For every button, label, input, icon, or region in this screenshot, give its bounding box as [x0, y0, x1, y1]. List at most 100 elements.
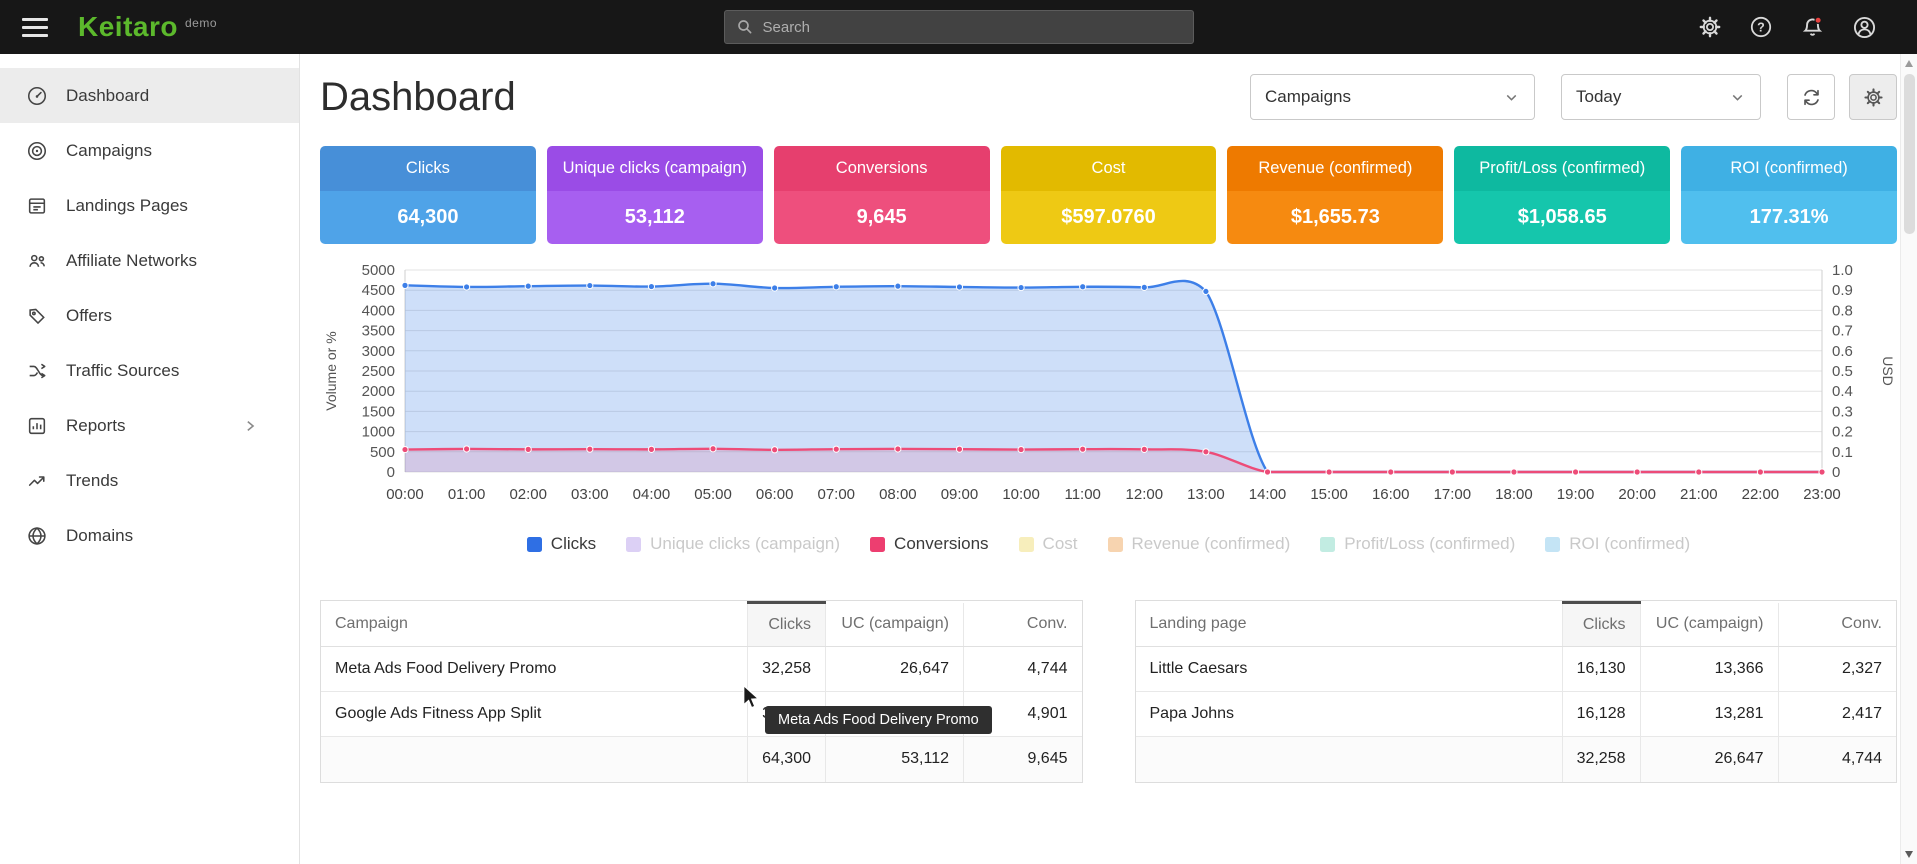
sidebar-item-dashboard[interactable]: Dashboard — [0, 68, 299, 123]
table-row[interactable]: Meta Ads Food Delivery Promo 32,258 26,6… — [321, 647, 1082, 692]
user-icon — [1852, 15, 1877, 40]
scroll-down-button[interactable] — [1905, 851, 1913, 858]
dashboard-settings-button[interactable] — [1849, 74, 1897, 120]
svg-text:01:00: 01:00 — [448, 486, 486, 503]
legend-item-conversions[interactable]: Conversions — [870, 534, 989, 554]
settings-button[interactable] — [1698, 15, 1722, 39]
account-button[interactable] — [1852, 15, 1877, 40]
scroll-thumb[interactable] — [1904, 74, 1915, 234]
cell-total-conv: 9,645 — [964, 737, 1082, 782]
scroll-up-button[interactable] — [1905, 60, 1913, 67]
svg-text:02:00: 02:00 — [509, 486, 547, 503]
svg-text:09:00: 09:00 — [941, 486, 979, 503]
legend-swatch — [1019, 537, 1034, 552]
sidebar-item-campaigns[interactable]: Campaigns — [0, 123, 299, 178]
svg-text:2000: 2000 — [362, 383, 395, 400]
top-header: Keitarodemo ? — [0, 0, 1917, 54]
landings-header-landing-page[interactable]: Landing page — [1136, 603, 1563, 647]
search-input[interactable] — [763, 19, 1182, 36]
metric-card-clicks[interactable]: Clicks 64,300 — [320, 146, 536, 244]
legend-item-roi[interactable]: ROI (confirmed) — [1545, 534, 1690, 554]
svg-text:0.9: 0.9 — [1832, 282, 1853, 299]
legend-item-clicks[interactable]: Clicks — [527, 534, 596, 554]
cell-campaign-name: Meta Ads Food Delivery Promo — [321, 647, 748, 692]
sidebar-item-label: Traffic Sources — [66, 361, 179, 381]
table-row[interactable]: Papa Johns 16,128 13,281 2,417 — [1136, 692, 1897, 737]
notifications-button[interactable] — [1800, 15, 1825, 40]
svg-text:15:00: 15:00 — [1310, 486, 1348, 503]
metric-card-unique-clicks[interactable]: Unique clicks (campaign) 53,112 — [547, 146, 763, 244]
refresh-button[interactable] — [1787, 74, 1835, 120]
sidebar-item-reports[interactable]: Reports — [0, 398, 299, 453]
sidebar-item-trends[interactable]: Trends — [0, 453, 299, 508]
legend-label: Profit/Loss (confirmed) — [1344, 534, 1515, 554]
legend-item-profit-loss[interactable]: Profit/Loss (confirmed) — [1320, 534, 1515, 554]
gear-icon — [1863, 87, 1884, 108]
campaigns-header-campaign[interactable]: Campaign — [321, 603, 748, 647]
legend-item-unique-clicks[interactable]: Unique clicks (campaign) — [626, 534, 840, 554]
legend-label: Clicks — [551, 534, 596, 554]
vertical-scrollbar[interactable] — [1900, 54, 1917, 864]
date-range-select[interactable]: Today — [1561, 74, 1761, 120]
global-search[interactable] — [724, 10, 1194, 44]
metric-value: 177.31% — [1681, 191, 1897, 244]
reports-icon — [26, 415, 48, 437]
metric-card-revenue[interactable]: Revenue (confirmed) $1,655.73 — [1227, 146, 1443, 244]
cell-total-conv: 4,744 — [1778, 737, 1896, 782]
legend-swatch — [626, 537, 641, 552]
legend-item-revenue[interactable]: Revenue (confirmed) — [1108, 534, 1291, 554]
campaigns-header-clicks[interactable]: Clicks — [748, 603, 826, 647]
bell-icon — [1800, 15, 1825, 40]
affiliate-networks-icon — [26, 250, 48, 272]
cell-landing-name: Papa Johns — [1136, 692, 1563, 737]
group-by-select[interactable]: Campaigns — [1250, 74, 1535, 120]
sidebar-item-offers[interactable]: Offers — [0, 288, 299, 343]
landings-header-clicks[interactable]: Clicks — [1562, 603, 1640, 647]
cell-conv: 4,744 — [964, 647, 1082, 692]
menu-icon[interactable] — [22, 18, 48, 37]
svg-text:500: 500 — [370, 444, 395, 461]
svg-text:0.5: 0.5 — [1832, 363, 1853, 380]
sidebar-item-traffic-sources[interactable]: Traffic Sources — [0, 343, 299, 398]
metric-card-roi[interactable]: ROI (confirmed) 177.31% — [1681, 146, 1897, 244]
cell-total-clicks: 32,258 — [1562, 737, 1640, 782]
sidebar-item-label: Domains — [66, 526, 133, 546]
svg-text:13:00: 13:00 — [1187, 486, 1225, 503]
table-row[interactable]: Little Caesars 16,130 13,366 2,327 — [1136, 647, 1897, 692]
svg-text:1000: 1000 — [362, 424, 395, 441]
svg-text:18:00: 18:00 — [1495, 486, 1533, 503]
metric-label: Conversions — [774, 146, 990, 191]
sidebar-item-label: Trends — [66, 471, 118, 491]
campaigns-header-uc[interactable]: UC (campaign) — [826, 603, 964, 647]
sidebar-item-affiliate-networks[interactable]: Affiliate Networks — [0, 233, 299, 288]
sidebar-item-label: Campaigns — [66, 141, 152, 161]
svg-text:00:00: 00:00 — [386, 486, 424, 503]
metric-card-conversions[interactable]: Conversions 9,645 — [774, 146, 990, 244]
dashboard-chart[interactable]: 0500100015002000250030003500400045005000… — [320, 260, 1897, 518]
help-button[interactable]: ? — [1749, 15, 1773, 39]
campaigns-header-conv[interactable]: Conv. — [964, 603, 1082, 647]
svg-text:20:00: 20:00 — [1618, 486, 1656, 503]
svg-text:23:00: 23:00 — [1803, 486, 1841, 503]
legend-swatch — [870, 537, 885, 552]
group-by-value: Campaigns — [1265, 87, 1351, 107]
date-range-value: Today — [1576, 87, 1621, 107]
gear-icon — [1698, 15, 1722, 39]
metric-value: $1,655.73 — [1227, 191, 1443, 244]
chevron-right-icon — [243, 418, 275, 438]
svg-text:16:00: 16:00 — [1372, 486, 1410, 503]
svg-text:05:00: 05:00 — [694, 486, 732, 503]
metric-card-profit-loss[interactable]: Profit/Loss (confirmed) $1,058.65 — [1454, 146, 1670, 244]
legend-item-cost[interactable]: Cost — [1019, 534, 1078, 554]
legend-swatch — [1545, 537, 1560, 552]
cell-empty — [321, 737, 748, 782]
landings-header-conv[interactable]: Conv. — [1778, 603, 1896, 647]
keitaro-logo[interactable]: Keitarodemo — [78, 11, 217, 43]
sidebar-item-domains[interactable]: Domains — [0, 508, 299, 563]
legend-swatch — [1320, 537, 1335, 552]
landings-header-uc[interactable]: UC (campaign) — [1640, 603, 1778, 647]
metric-card-cost[interactable]: Cost $597.0760 — [1001, 146, 1217, 244]
trends-icon — [26, 470, 48, 492]
sidebar-item-landings-pages[interactable]: Landings Pages — [0, 178, 299, 233]
sidebar-item-label: Offers — [66, 306, 112, 326]
